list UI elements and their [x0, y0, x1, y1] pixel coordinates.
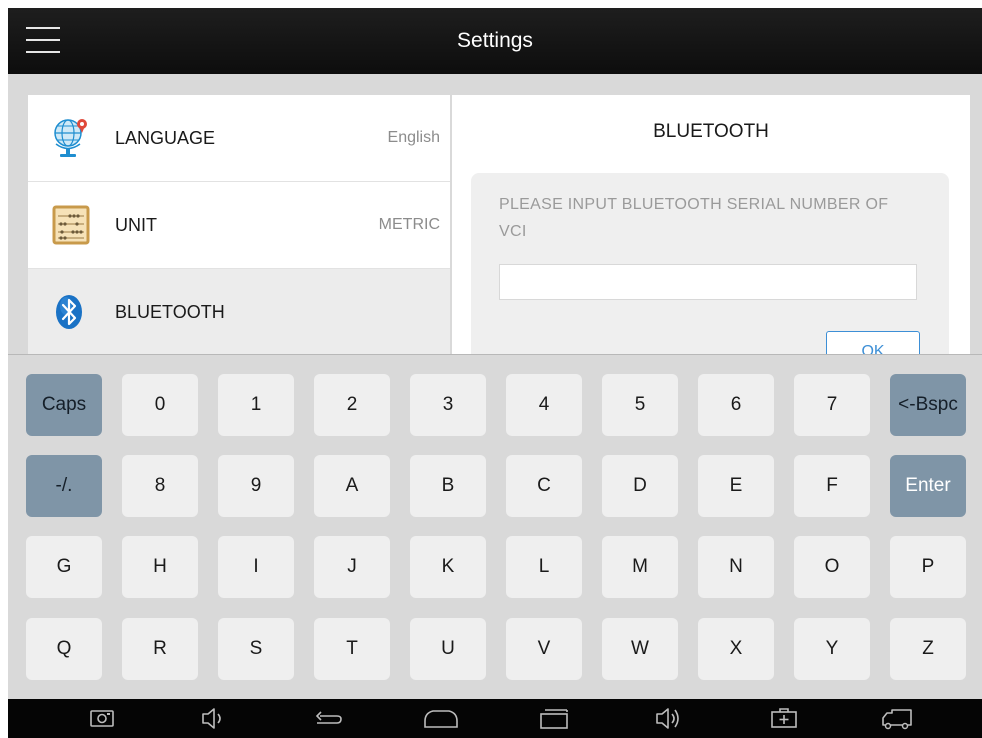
key-i[interactable]: I — [218, 536, 294, 598]
key-9[interactable]: 9 — [218, 455, 294, 517]
key-b[interactable]: B — [410, 455, 486, 517]
medical-kit-icon[interactable] — [762, 699, 806, 738]
key-1[interactable]: 1 — [218, 374, 294, 436]
truck-icon[interactable] — [875, 699, 919, 738]
home-icon[interactable] — [419, 699, 463, 738]
top-bar: Settings — [8, 8, 982, 74]
key-k[interactable]: K — [410, 536, 486, 598]
key-m[interactable]: M — [602, 536, 678, 598]
settings-item-label: BLUETOOTH — [115, 302, 225, 322]
key-0[interactable]: 0 — [122, 374, 198, 436]
settings-item-value: English — [387, 129, 440, 146]
key-6[interactable]: 6 — [698, 374, 774, 436]
key-2[interactable]: 2 — [314, 374, 390, 436]
symbols-key[interactable]: -/. — [26, 455, 102, 517]
settings-item-unit[interactable]: UNIT METRIC — [28, 182, 450, 269]
key-f[interactable]: F — [794, 455, 870, 517]
key-o[interactable]: O — [794, 536, 870, 598]
key-w[interactable]: W — [602, 618, 678, 680]
settings-item-bluetooth[interactable]: BLUETOOTH — [28, 269, 450, 356]
key-q[interactable]: Q — [26, 618, 102, 680]
settings-item-value: METRIC — [378, 216, 440, 233]
key-a[interactable]: A — [314, 455, 390, 517]
key-8[interactable]: 8 — [122, 455, 198, 517]
key-x[interactable]: X — [698, 618, 774, 680]
globe-location-icon — [50, 117, 92, 159]
back-icon[interactable] — [306, 699, 350, 738]
page-title: Settings — [457, 29, 533, 52]
key-v[interactable]: V — [506, 618, 582, 680]
system-navigation-bar — [8, 699, 982, 738]
abacus-icon — [50, 204, 92, 246]
caps-key[interactable]: Caps — [26, 374, 102, 436]
key-u[interactable]: U — [410, 618, 486, 680]
on-screen-keyboard: Caps 0 1 2 3 4 5 6 7 <-Bspc -/. 8 9 A B C D E F Enter G H I J K L… — [8, 354, 982, 700]
key-y[interactable]: Y — [794, 618, 870, 680]
key-p[interactable]: P — [890, 536, 966, 598]
key-3[interactable]: 3 — [410, 374, 486, 436]
bluetooth-icon — [50, 291, 92, 333]
panel-title: BLUETOOTH — [653, 121, 769, 142]
key-z[interactable]: Z — [890, 618, 966, 680]
key-j[interactable]: J — [314, 536, 390, 598]
key-n[interactable]: N — [698, 536, 774, 598]
key-7[interactable]: 7 — [794, 374, 870, 436]
key-d[interactable]: D — [602, 455, 678, 517]
settings-item-label: LANGUAGE — [115, 128, 216, 148]
key-r[interactable]: R — [122, 618, 198, 680]
backspace-key[interactable]: <-Bspc — [890, 374, 966, 436]
settings-item-label: UNIT — [115, 215, 157, 235]
serial-number-input[interactable] — [499, 264, 917, 300]
key-h[interactable]: H — [122, 536, 198, 598]
key-5[interactable]: 5 — [602, 374, 678, 436]
volume-up-icon[interactable] — [648, 699, 692, 738]
recent-apps-icon[interactable] — [532, 699, 576, 738]
key-g[interactable]: G — [26, 536, 102, 598]
settings-list: LANGUAGE English UNIT METRIC BLUETOOTH — [28, 95, 450, 356]
app-screen: Settings L A NGUAGE English UNIT METRIC BL… — [8, 8, 982, 738]
key-c[interactable]: C — [506, 455, 582, 517]
settings-item-language[interactable]: LANGUAGE English — [28, 95, 450, 182]
key-4[interactable]: 4 — [506, 374, 582, 436]
hamburger-menu-icon[interactable] — [26, 25, 60, 55]
key-l[interactable]: L — [506, 536, 582, 598]
key-e[interactable]: E — [698, 455, 774, 517]
bluetooth-panel: BLUETOOTH PLEASE INPUT BLUETOOTH SERIAL … — [452, 95, 970, 373]
screenshot-icon[interactable] — [81, 699, 125, 738]
instruction-text: PLEASE INPUT BLUETOOTH SERIAL NUMBER OF … — [499, 196, 889, 240]
key-s[interactable]: S — [218, 618, 294, 680]
volume-down-icon[interactable] — [194, 699, 238, 738]
key-t[interactable]: T — [314, 618, 390, 680]
enter-key[interactable]: Enter — [890, 455, 966, 517]
bluetooth-input-card: PLEASE INPUT BLUETOOTH SERIAL NUMBER OF … — [471, 173, 949, 373]
